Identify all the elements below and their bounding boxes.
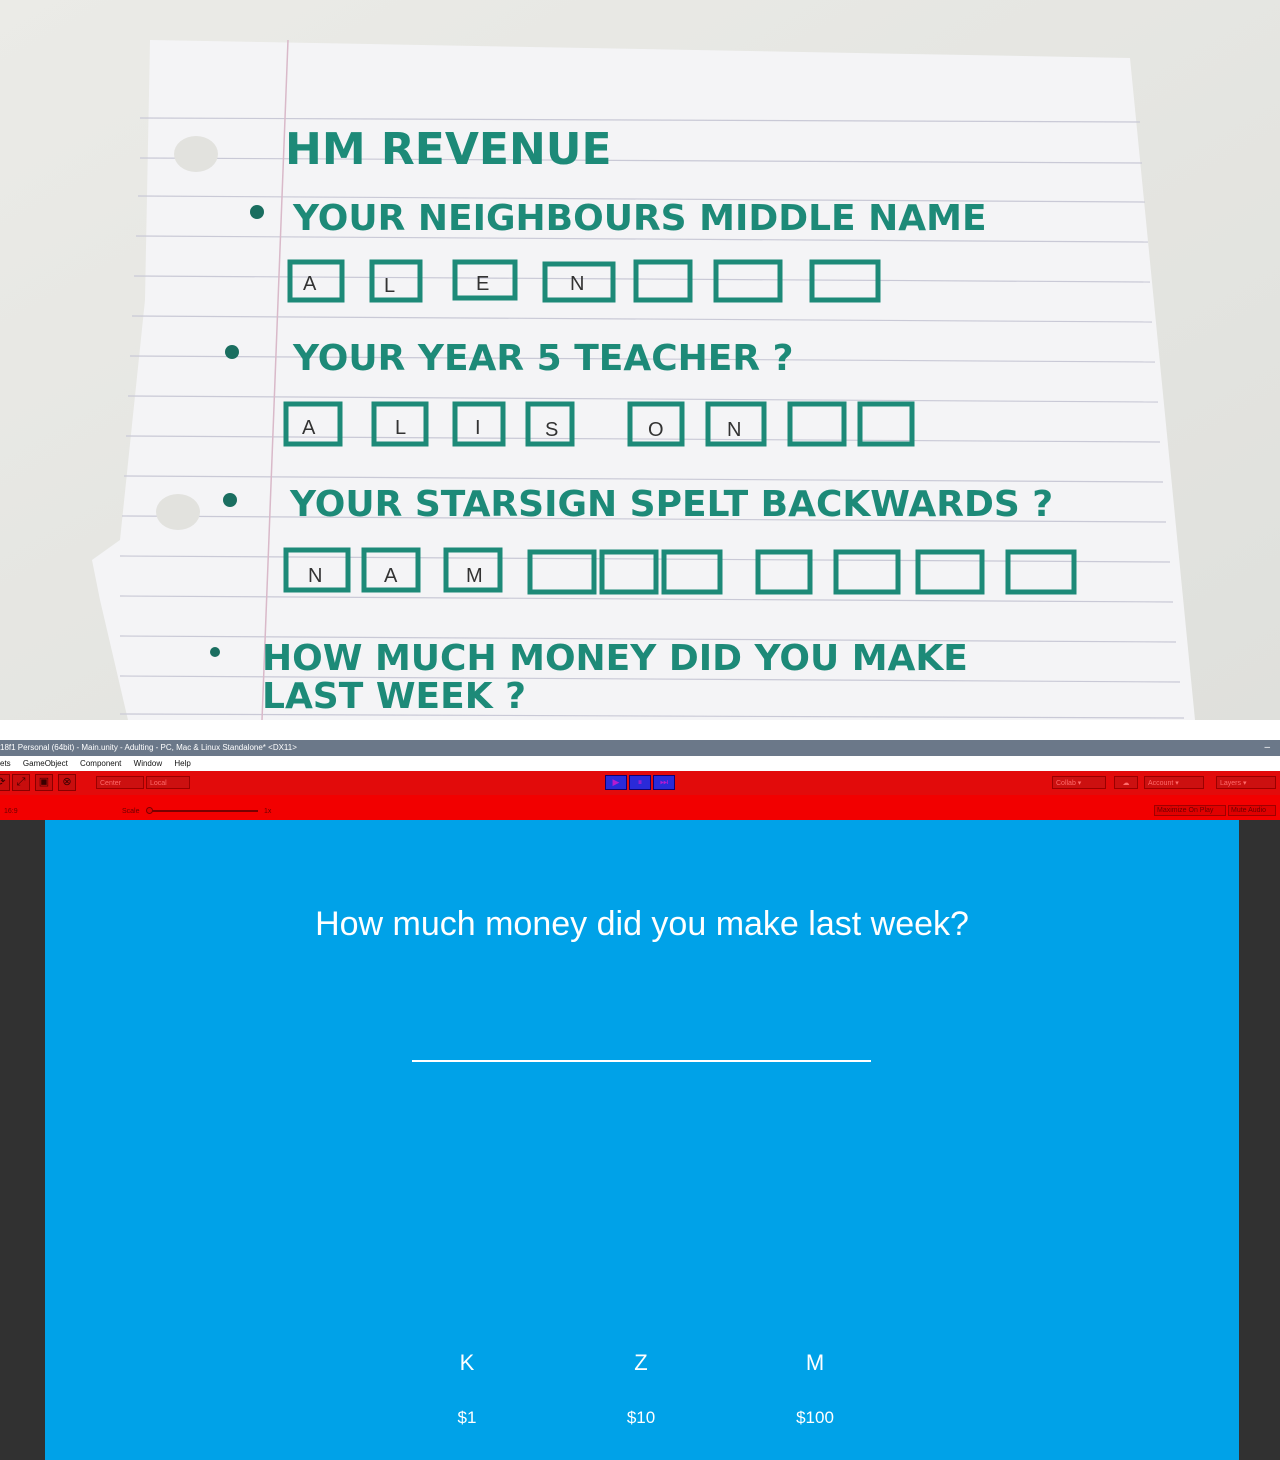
layers-label: Layers ▾ xyxy=(1220,780,1247,787)
lined-paper-illustration: HM REVENUE YOUR NEIGHBOURS MIDDLE NAME A… xyxy=(0,0,1280,720)
box-letter: E xyxy=(476,273,489,295)
account-dropdown[interactable]: Account ▾ xyxy=(1144,776,1204,789)
layers-dropdown[interactable]: Layers ▾ xyxy=(1216,776,1276,789)
menu-component[interactable]: Component xyxy=(80,756,121,771)
scale-slider-track[interactable] xyxy=(148,810,258,812)
option-key-z: Z xyxy=(634,1350,648,1375)
bullet-dot xyxy=(210,647,220,657)
note-question-4-line-2: LAST WEEK ? xyxy=(262,676,526,717)
question-text: How much money did you make last week? xyxy=(315,905,969,943)
pivot-center-button[interactable]: Center xyxy=(96,776,144,789)
editor-toolbar: ⟳ ⤢ ▣ ⊗ Center Local ▶ ⏸ ⏭ Collab ▾ ☁ Ac… xyxy=(0,771,1280,796)
game-view-toolbar: 16:9 Scale 1x Maximize On Play Mute Audi… xyxy=(0,795,1280,820)
transform-tool-icon[interactable]: ⊗ xyxy=(58,774,76,791)
rotate-tool-icon[interactable]: ⟳ xyxy=(0,774,10,791)
game-screen: How much money did you make last week? K… xyxy=(45,820,1239,1460)
bullet-dot xyxy=(223,493,237,507)
box-letter: N xyxy=(308,565,322,587)
local-label: Local xyxy=(150,780,167,787)
menu-assets[interactable]: ets xyxy=(0,756,11,771)
play-button[interactable]: ▶ xyxy=(605,775,627,790)
box-letter: A xyxy=(303,273,317,295)
rect-tool-icon[interactable]: ▣ xyxy=(35,774,53,791)
box-letter: I xyxy=(475,417,481,439)
pause-button[interactable]: ⏸ xyxy=(629,775,651,790)
box-letter: A xyxy=(302,417,316,439)
collab-label: Collab ▾ xyxy=(1056,780,1082,787)
box-letter: N xyxy=(727,419,741,441)
note-question-3: YOUR STARSIGN SPELT BACKWARDS ? xyxy=(289,484,1053,525)
game-view-area: How much money did you make last week? K… xyxy=(0,820,1280,1460)
answer-underline xyxy=(412,1060,871,1062)
note-question-2: YOUR YEAR 5 TEACHER ? xyxy=(292,338,794,379)
menu-window[interactable]: Window xyxy=(134,756,162,771)
note-question-4-line-1: HOW MUCH MONEY DID YOU MAKE xyxy=(262,638,968,679)
scale-slider-handle[interactable] xyxy=(146,807,153,814)
box-letter: L xyxy=(395,417,406,439)
account-label: Account ▾ xyxy=(1148,780,1179,787)
scale-label: Scale xyxy=(122,808,140,815)
option-key-m: M xyxy=(805,1350,825,1375)
image-gap xyxy=(0,720,1280,740)
note-question-1: YOUR NEIGHBOURS MIDDLE NAME xyxy=(292,198,987,239)
maximize-on-play-toggle[interactable]: Maximize On Play xyxy=(1154,805,1226,816)
box-letter: O xyxy=(648,419,664,441)
center-label: Center xyxy=(100,780,122,787)
option-value-100: $100 xyxy=(796,1408,834,1427)
step-button[interactable]: ⏭ xyxy=(653,775,675,790)
option-value-10: $10 xyxy=(626,1408,656,1427)
box-letter: L xyxy=(384,275,395,297)
note-title: HM REVENUE xyxy=(285,124,612,175)
cloud-icon[interactable]: ☁ xyxy=(1114,776,1138,789)
menu-gameobject[interactable]: GameObject xyxy=(23,756,68,771)
bullet-dot xyxy=(250,205,264,219)
scale-tool-icon[interactable]: ⤢ xyxy=(12,774,30,791)
option-value-1: $1 xyxy=(457,1408,477,1427)
box-letter: A xyxy=(384,565,398,587)
box-letter: N xyxy=(570,273,584,295)
menu-bar: ets GameObject Component Window Help xyxy=(0,756,1280,771)
window-title: 18f1 Personal (64bit) - Main.unity - Adu… xyxy=(0,743,297,752)
aspect-dropdown[interactable]: 16:9 xyxy=(4,807,18,817)
box-letter: M xyxy=(466,565,483,587)
box-letter: S xyxy=(545,419,558,441)
mute-label: Mute Audio xyxy=(1231,807,1267,814)
option-key-k: K xyxy=(459,1350,475,1375)
mute-audio-toggle[interactable]: Mute Audio xyxy=(1228,805,1276,816)
minimize-button[interactable]: – xyxy=(1264,740,1270,756)
pivot-local-button[interactable]: Local xyxy=(146,776,190,789)
scale-value: 1x xyxy=(264,808,272,815)
maximize-label: Maximize On Play xyxy=(1157,807,1214,814)
window-title-bar: 18f1 Personal (64bit) - Main.unity - Adu… xyxy=(0,740,1280,756)
bullet-dot xyxy=(225,345,239,359)
collab-dropdown[interactable]: Collab ▾ xyxy=(1052,776,1106,789)
menu-help[interactable]: Help xyxy=(174,756,190,771)
handwritten-note-photo: HM REVENUE YOUR NEIGHBOURS MIDDLE NAME A… xyxy=(0,0,1280,720)
